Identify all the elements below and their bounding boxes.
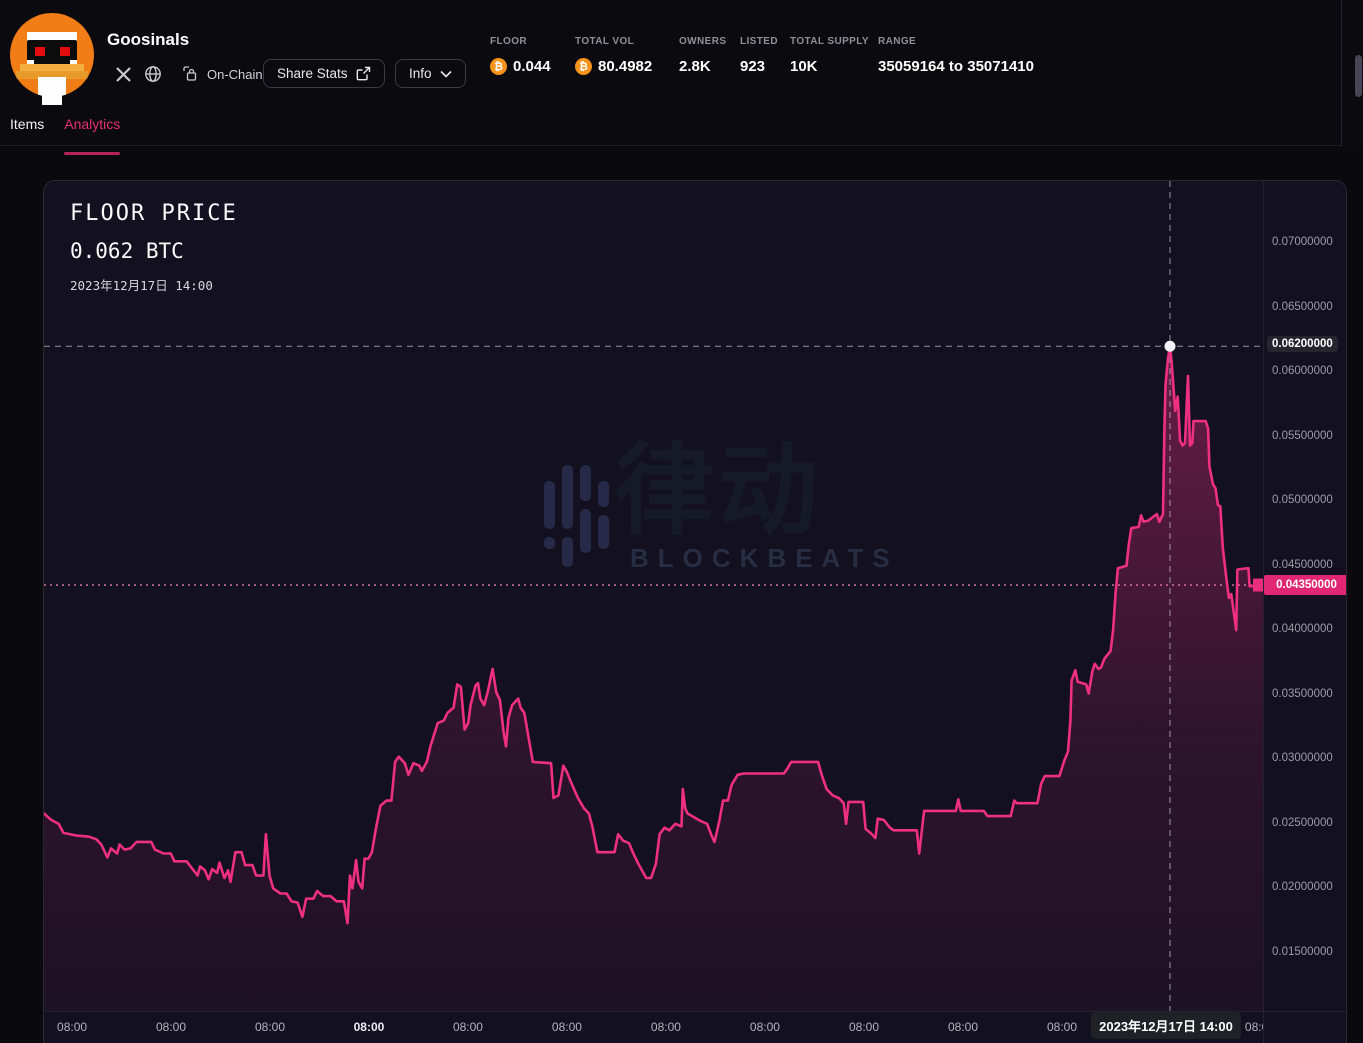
current-price-label: 0.04350000 — [1264, 575, 1347, 595]
twitter-x-icon[interactable] — [108, 60, 138, 88]
x-axis-tick: 08:00 — [750, 1020, 780, 1034]
y-axis-tick: 0.02000000 — [1272, 881, 1333, 893]
y-axis-tick: 0.06500000 — [1272, 301, 1333, 313]
y-axis-tick: 0.03500000 — [1272, 688, 1333, 700]
floor-price-line-chart[interactable] — [44, 181, 1263, 1011]
y-axis-tick: 0.05500000 — [1272, 430, 1333, 442]
x-axis-tick: 08:00 — [948, 1020, 978, 1034]
stat-floor: FLOOR ₿0.044 — [490, 36, 551, 75]
stat-label: LISTED — [740, 36, 778, 47]
y-axis-tick: 0.05000000 — [1272, 494, 1333, 506]
crosshair-date-tooltip: 2023年12月17日 14:00 — [1091, 1012, 1241, 1039]
stat-label: TOTAL SUPPLY — [790, 36, 869, 47]
info-label: Info — [409, 66, 432, 81]
y-axis-tick: 0.06000000 — [1272, 365, 1333, 377]
y-axis: 0.07000000 0.06500000 0.06000000 0.05500000… — [1263, 181, 1347, 1043]
collection-avatar[interactable] — [10, 13, 94, 105]
stat-total-vol: TOTAL VOL ₿80.4982 — [575, 36, 652, 75]
stat-total-supply: TOTAL SUPPLY 10K — [790, 36, 869, 75]
x-axis-tick: 08:00 — [849, 1020, 879, 1034]
y-axis-tick: 0.07000000 — [1272, 236, 1333, 248]
btc-icon: ₿ — [575, 58, 592, 75]
crosshair-dot — [1164, 341, 1175, 352]
current-price-marker — [1253, 579, 1263, 592]
y-axis-tick: 0.02500000 — [1272, 817, 1333, 829]
stat-value: 10K — [790, 58, 869, 75]
x-axis: 08:00 08:00 08:00 08:00 08:00 08:00 08:00 08:00… — [44, 1011, 1263, 1043]
on-chain-label: On-Chain — [207, 67, 263, 82]
chart-plot-area[interactable] — [44, 181, 1263, 1011]
stat-value: ₿0.044 — [490, 58, 551, 75]
chart-area-fill — [44, 346, 1263, 1011]
website-globe-icon[interactable] — [138, 60, 168, 88]
stat-label: OWNERS — [679, 36, 726, 47]
tab-items[interactable]: Items — [10, 108, 44, 146]
x-axis-tick: 08:00 — [651, 1020, 681, 1034]
active-tab-underline — [64, 152, 120, 155]
chart-date-label: 2023年12月17日 14:00 — [70, 275, 213, 294]
header-divider — [0, 145, 1341, 146]
stat-label: RANGE — [878, 36, 1034, 47]
scrollbar-thumb[interactable] — [1355, 55, 1362, 97]
x-axis-border — [1263, 1011, 1347, 1012]
crosshair-price-label: 0.06200000 — [1267, 336, 1338, 352]
x-axis-tick: 08:00 — [453, 1020, 483, 1034]
chart-current-value: 0.062 BTC — [70, 239, 184, 263]
x-axis-tick: 08:00 — [552, 1020, 582, 1034]
collection-header: Goosinals On-Chain Share Stats Info — [0, 0, 1363, 146]
stat-owners: OWNERS 2.8K — [679, 36, 726, 75]
x-axis-tick: 08:00 — [354, 1020, 385, 1034]
x-axis-tick: 08:00 — [255, 1020, 285, 1034]
info-button[interactable]: Info — [395, 59, 466, 88]
stat-listed: LISTED 923 — [740, 36, 778, 75]
chart-title: FLOOR PRICE — [70, 201, 238, 226]
floor-price-chart-card: 律动 BLOCKBEATS FLOOR PRICE 0.062 BTC 2023… — [43, 180, 1347, 1043]
x-axis-tick: 08:00 — [156, 1020, 186, 1034]
stat-value: 923 — [740, 58, 778, 75]
stat-label: FLOOR — [490, 36, 551, 47]
y-axis-tick: 0.04500000 — [1272, 559, 1333, 571]
y-axis-tick: 0.03000000 — [1272, 752, 1333, 764]
btc-icon: ₿ — [490, 58, 507, 75]
tab-analytics[interactable]: Analytics — [64, 108, 120, 146]
x-axis-tick: 08:00 — [1047, 1020, 1077, 1034]
stat-value: 2.8K — [679, 58, 726, 75]
x-axis-tick: 08:00 — [1245, 1020, 1263, 1034]
avatar-circle — [10, 13, 94, 97]
stat-value: ₿80.4982 — [575, 58, 652, 75]
stat-value: 35059164 to 35071410 — [878, 58, 1034, 75]
on-chain-lock-icon — [182, 65, 200, 83]
chevron-down-icon — [440, 70, 452, 78]
x-axis-tick: 08:00 — [57, 1020, 87, 1034]
panel-divider — [1341, 0, 1342, 146]
avatar-body — [42, 95, 62, 105]
stat-range: RANGE 35059164 to 35071410 — [878, 36, 1034, 75]
y-axis-tick: 0.01500000 — [1272, 946, 1333, 958]
collection-title: Goosinals — [107, 30, 189, 50]
share-stats-button[interactable]: Share Stats — [263, 59, 385, 88]
tab-bar: Items Analytics — [0, 108, 120, 146]
y-axis-tick: 0.04000000 — [1272, 623, 1333, 635]
on-chain-link[interactable]: On-Chain — [182, 65, 263, 83]
share-export-icon — [356, 66, 371, 81]
stat-label: TOTAL VOL — [575, 36, 652, 47]
share-stats-label: Share Stats — [277, 66, 348, 81]
